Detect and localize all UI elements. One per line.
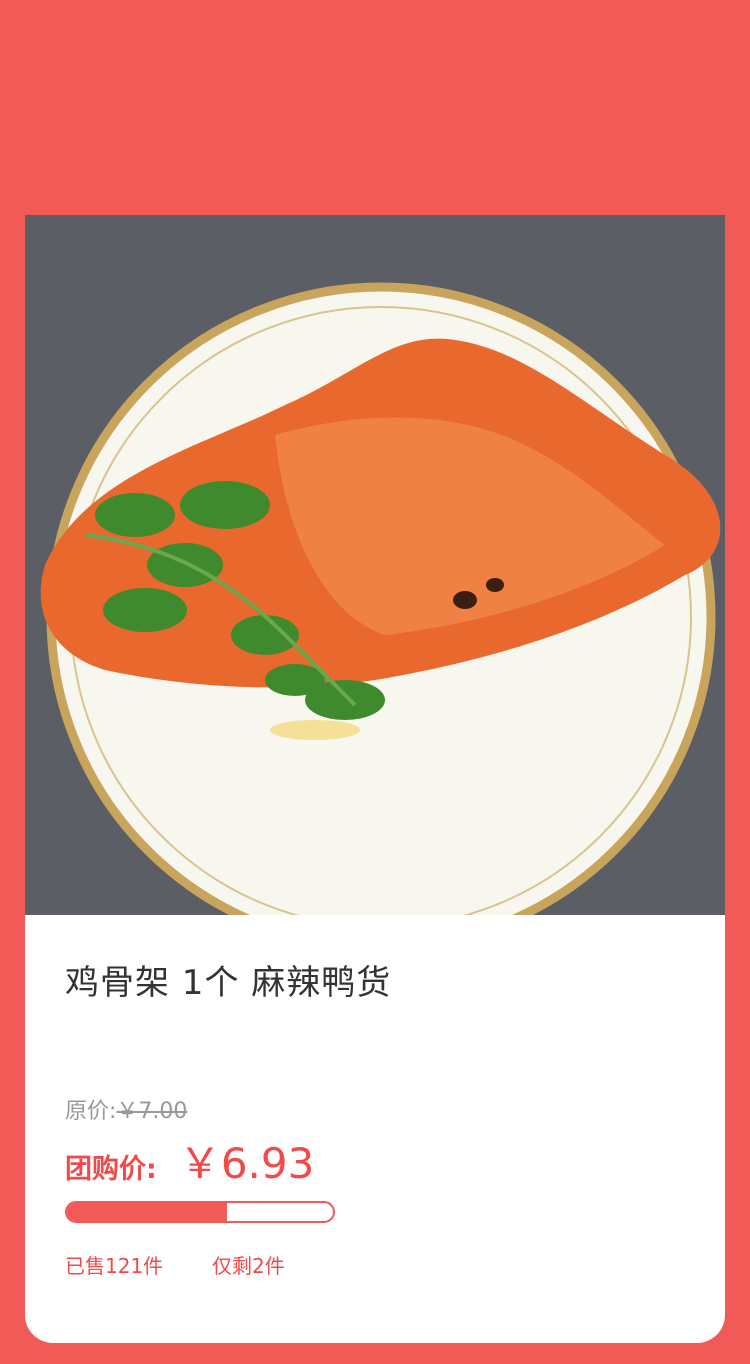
product-card[interactable]: 鸡骨架 1个 麻辣鸭货 原价:￥7.00 团购价: ￥6.93 已售121件 仅…: [25, 215, 725, 1343]
group-price: ￥6.93: [178, 1139, 315, 1188]
oil-drip: [270, 720, 360, 740]
sold-count: 已售121件: [65, 1254, 164, 1278]
product-image[interactable]: [25, 215, 725, 915]
original-price: ￥7.00: [116, 1099, 188, 1124]
remaining-stock: 仅剩2件: [212, 1254, 285, 1278]
group-price-label: 团购价:: [65, 1154, 157, 1185]
sales-progress-bar: [65, 1201, 335, 1223]
product-title: 鸡骨架 1个 麻辣鸭货: [65, 963, 392, 1003]
chicken-hole: [486, 578, 504, 592]
food-photo-illustration: [25, 215, 725, 915]
sales-progress-fill: [67, 1203, 227, 1221]
chicken-hole: [453, 591, 477, 609]
group-price-row: 团购价: ￥6.93: [65, 1130, 314, 1191]
original-price-row: 原价:￥7.00: [65, 1093, 187, 1125]
original-price-label: 原价:: [65, 1099, 117, 1124]
